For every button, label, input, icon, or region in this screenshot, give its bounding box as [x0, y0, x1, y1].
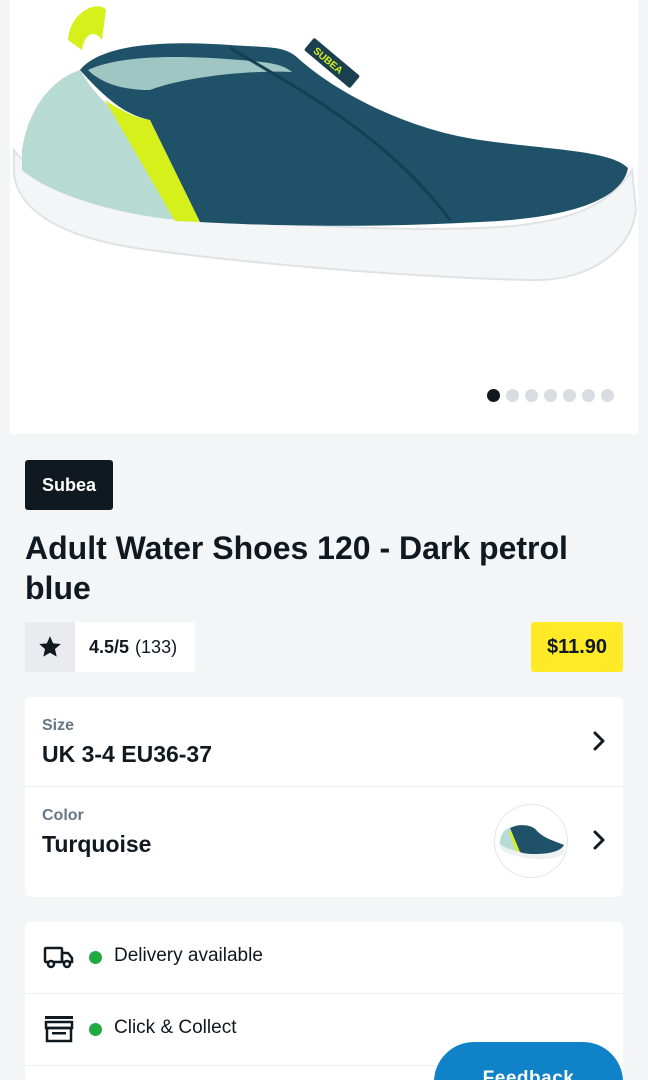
gallery-dot[interactable] [544, 389, 557, 402]
feedback-button[interactable]: Feedback [434, 1042, 623, 1080]
color-value: Turquoise [42, 831, 152, 857]
gallery-dot[interactable] [601, 389, 614, 402]
collect-status-dot [89, 1023, 102, 1036]
size-selector[interactable]: Size UK 3-4 EU36-37 [25, 697, 623, 787]
chevron-right-icon[interactable] [589, 829, 609, 851]
delivery-status-dot [89, 951, 102, 964]
star-icon-box [25, 622, 75, 672]
rating-count: (133) [135, 636, 178, 657]
chevron-right-icon[interactable] [589, 730, 609, 752]
color-selector[interactable]: Color Turquoise [25, 787, 623, 897]
price-badge: $11.90 [531, 622, 623, 672]
size-label: Size [42, 717, 75, 734]
gallery-dot[interactable] [525, 389, 538, 402]
color-thumbnail-image [499, 825, 565, 860]
size-value: UK 3-4 EU36-37 [42, 741, 213, 767]
product-title: Adult Water Shoes 120 - Dark petrol blue [25, 530, 568, 606]
gallery-dot[interactable] [563, 389, 576, 402]
color-thumbnail[interactable] [494, 804, 568, 878]
star-icon [39, 636, 61, 657]
brand-badge[interactable]: Subea [25, 460, 113, 510]
collect-status-text: Click & Collect [114, 1017, 237, 1038]
product-options-card: Size UK 3-4 EU36-37 Color Turquoise [25, 697, 623, 897]
delivery-status-text: Delivery available [114, 945, 263, 966]
store-icon [44, 1016, 74, 1043]
delivery-truck-icon [43, 946, 74, 969]
product-image: SUBEA [13, 6, 638, 282]
gallery-dot[interactable] [582, 389, 595, 402]
product-image-gallery[interactable]: SUBEA [10, 0, 638, 434]
rating-score: 4.5/5 [89, 636, 130, 657]
gallery-dot[interactable] [506, 389, 519, 402]
rating-summary[interactable]: 4.5/5 (133) [25, 622, 195, 672]
delivery-row: Delivery available [25, 922, 623, 994]
gallery-dot[interactable] [487, 389, 500, 402]
gallery-pagination[interactable] [487, 389, 614, 402]
color-label: Color [42, 807, 84, 824]
